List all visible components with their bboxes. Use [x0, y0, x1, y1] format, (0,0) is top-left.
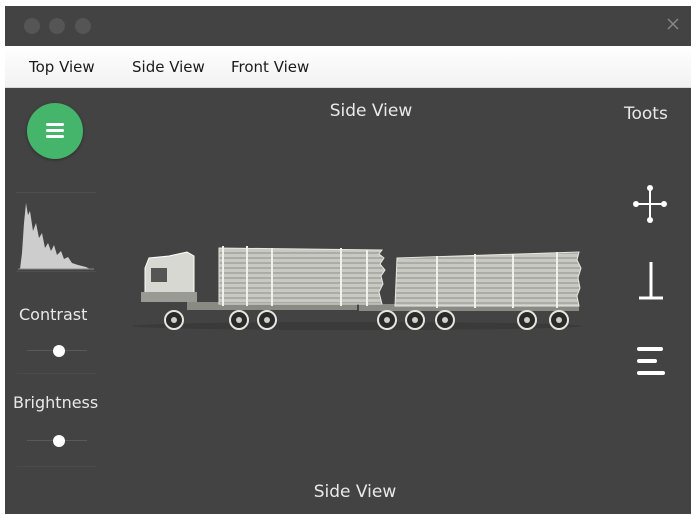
slider-thumb[interactable]: [53, 345, 66, 357]
perpendicular-icon[interactable]: [637, 260, 665, 302]
app-window: Top View Side View Front View Contrast B…: [5, 6, 691, 514]
histogram-icon: [18, 203, 94, 270]
menu-line-icon: [46, 135, 64, 138]
align-icon[interactable]: [635, 344, 667, 378]
move-icon[interactable]: [633, 184, 667, 224]
title-bar: [5, 6, 691, 46]
close-icon[interactable]: [665, 16, 681, 32]
menu-side-view[interactable]: Side View: [132, 46, 205, 87]
view-title-bottom: Side View: [313, 482, 397, 502]
minimize-dot[interactable]: [49, 18, 65, 34]
maximize-dot[interactable]: [75, 18, 91, 34]
contrast-slider[interactable]: [27, 343, 87, 359]
brightness-label: Brightness: [13, 393, 99, 412]
close-dot[interactable]: [24, 18, 40, 34]
contrast-label: Contrast: [19, 305, 88, 324]
slider-thumb[interactable]: [53, 435, 66, 447]
tools-title: Toots: [624, 104, 668, 124]
truck-side-view-image: [132, 246, 582, 330]
view-title-top: Side View: [329, 101, 413, 121]
menu-line-icon: [46, 123, 64, 126]
menu-line-icon: [46, 129, 64, 132]
menu-top-view[interactable]: Top View: [29, 46, 95, 87]
menu-bar: Top View Side View Front View: [5, 46, 691, 88]
menu-front-view[interactable]: Front View: [231, 46, 309, 87]
divider: [17, 373, 97, 374]
brightness-slider[interactable]: [27, 433, 87, 449]
histogram: [16, 192, 96, 272]
divider: [17, 466, 97, 467]
